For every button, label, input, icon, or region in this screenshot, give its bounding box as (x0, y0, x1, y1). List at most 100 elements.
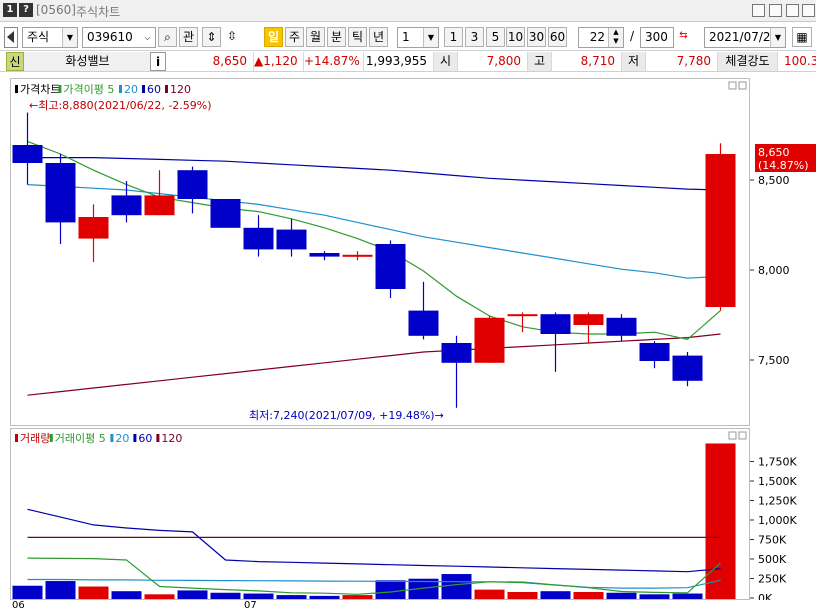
volume-bar (639, 594, 670, 599)
low-annotation: 최저:7,240(2021/07/09, +19.48%)→ (249, 409, 444, 422)
candle-body (309, 253, 340, 257)
candle-body (210, 199, 241, 228)
period-week-button[interactable]: 주 (285, 27, 304, 47)
stock-code-input[interactable]: 039610 ⌵ (82, 27, 156, 48)
volume-tick-label: 1,000K (758, 514, 797, 527)
screen-code: [0560] (36, 3, 76, 17)
legend-marker (165, 85, 168, 93)
vol-ma60-line (27, 508, 721, 573)
ma5-line (27, 140, 721, 341)
vol-ma20-line (27, 578, 721, 589)
legend-marker (133, 434, 137, 442)
high-label: 고 (528, 52, 552, 71)
volume-bar (375, 580, 406, 599)
window-number-button[interactable]: 1 (3, 3, 17, 17)
x-label-july: 07 (244, 600, 257, 611)
interval-1-button[interactable]: 1 (444, 27, 463, 47)
side-panel-toggle[interactable] (4, 27, 18, 48)
interval-30-button[interactable]: 30 (527, 27, 546, 47)
period-tick-button[interactable]: 틱 (348, 27, 367, 47)
interval-5-button[interactable]: 5 (486, 27, 505, 47)
high-value: 8,710 (552, 52, 622, 71)
stock-code-value: 039610 (87, 30, 133, 44)
interval-select[interactable]: 1 ▼ (397, 27, 439, 48)
interval-60-button[interactable]: 60 (548, 27, 567, 47)
legend-label-3: 60 (147, 83, 161, 96)
compare-button[interactable]: ⇕ (202, 27, 221, 47)
volume-bar (507, 591, 538, 599)
volume-bar (111, 591, 142, 599)
chevron-down-icon: ▼ (770, 28, 785, 47)
credit-badge: 신 (6, 52, 24, 71)
price-tick-label: 8,000 (758, 264, 790, 277)
legend-marker (156, 434, 160, 442)
link-icon[interactable] (752, 4, 765, 17)
period-day-button[interactable]: 일 (264, 27, 283, 47)
vol-legend-label-2: 20 (115, 432, 129, 445)
price-axis: 8,500 8,000 7,500 8,650 (14.87%) (750, 78, 816, 426)
date-select[interactable]: 2021/07/21 ▼ (704, 27, 786, 48)
panel-maximize-icon (728, 431, 737, 440)
ma120-line (27, 333, 721, 396)
volume-axis-svg: 1,750K 1,500K 1,250K 1,000K 750K 500K 250K 0K (750, 456, 797, 605)
total-count-input[interactable]: 300 (640, 27, 674, 48)
price-chart: 가격차트 가격이평 5 20 60 120 ←최고:8,880(2021/06/22, -… (12, 81, 747, 422)
legend-marker (49, 434, 53, 442)
vol-legend-label-3: 60 (138, 432, 152, 445)
refresh-icon: ⇆ (679, 30, 688, 41)
panel-close-icon (738, 431, 747, 440)
kwan-button[interactable]: 관 (179, 27, 198, 47)
volume-bar (342, 595, 373, 599)
interval-10-button[interactable]: 10 (506, 27, 525, 47)
volume-bar (705, 443, 736, 599)
volume-tick-label: 1,750K (758, 456, 797, 469)
chevron-down-icon: ▼ (423, 28, 438, 47)
panel-maximize-icon (728, 81, 737, 90)
volume-axis: 1,750K 1,500K 1,250K 1,000K 750K 500K 250K 0K (750, 428, 816, 605)
candle-body (144, 195, 175, 216)
legend-marker (15, 85, 18, 93)
refresh-button[interactable]: ⇆ (675, 27, 692, 47)
settings-icon[interactable] (802, 4, 815, 17)
candle-body (606, 317, 637, 336)
interval-3-button[interactable]: 3 (465, 27, 484, 47)
tools-button[interactable]: ▦ (792, 27, 812, 47)
info-button[interactable]: i (150, 52, 166, 71)
legend-marker (110, 434, 114, 442)
candle-body (672, 355, 703, 381)
volume-bar (540, 591, 571, 599)
candle-body (78, 217, 109, 239)
price-tick-label: 8,500 (758, 174, 790, 187)
market-select[interactable]: 주식 ▼ (22, 27, 78, 48)
candle-body (375, 244, 406, 289)
legend-label-4: 120 (170, 83, 191, 96)
date-axis: 06 07 (0, 600, 816, 612)
search-button[interactable]: ⌕ (158, 27, 177, 47)
spin-button[interactable]: ⇳ (224, 27, 240, 47)
period-month-button[interactable]: 월 (306, 27, 325, 47)
copy-icon[interactable] (769, 4, 782, 17)
current-pct-label: (14.87%) (758, 159, 809, 172)
volume-chart: 거래량 거래이평 5 20 60 120 (12, 431, 747, 599)
legend-label-1: 가격이평 5 (63, 83, 114, 96)
candle-body (177, 170, 208, 199)
volume-chart-panel[interactable]: 거래량 거래이평 5 20 60 120 (10, 428, 750, 600)
grid-icon: ▦ (796, 30, 808, 44)
legend-marker (142, 85, 145, 93)
help-button[interactable]: ? (19, 3, 33, 17)
period-year-button[interactable]: 년 (369, 27, 388, 47)
updown-icon: ⇳ (226, 29, 238, 43)
low-label: 저 (622, 52, 646, 71)
camera-icon[interactable] (786, 4, 799, 17)
volume-tick-label: 750K (758, 534, 787, 547)
volume-bar (309, 595, 340, 599)
date-value: 2021/07/21 (709, 30, 779, 44)
price-change: ▲1,120 (254, 52, 304, 71)
candle-body (573, 314, 604, 325)
current-price-label: 8,650 (758, 146, 790, 159)
strength-label: 체결강도 (718, 52, 778, 71)
display-count-input[interactable]: 22 ▲ ▼ (578, 27, 624, 48)
period-minute-button[interactable]: 분 (327, 27, 346, 47)
volume-tick-label: 0K (758, 592, 773, 600)
price-chart-panel[interactable]: 가격차트 가격이평 5 20 60 120 ←최고:8,880(2021/06/22, -… (10, 78, 750, 426)
